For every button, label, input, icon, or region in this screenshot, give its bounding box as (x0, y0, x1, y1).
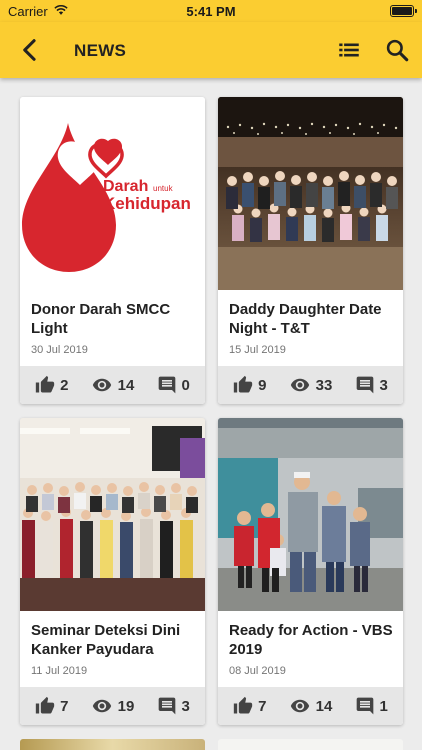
comment-count: 1 (379, 697, 388, 715)
comment-stat[interactable]: 1 (355, 696, 388, 716)
comment-stat[interactable]: 0 (157, 375, 190, 395)
like-stat[interactable]: 7 (233, 696, 266, 716)
view-stat: 14 (289, 696, 333, 716)
news-stats: 7 19 3 (20, 687, 205, 725)
status-time: 5:41 PM (186, 4, 236, 19)
like-count: 9 (258, 376, 267, 394)
like-stat[interactable]: 2 (35, 375, 68, 395)
like-stat[interactable]: 7 (35, 696, 68, 716)
news-title[interactable]: Daddy Daughter Date Night - T&T (229, 300, 395, 338)
search-icon[interactable] (384, 37, 410, 63)
like-count: 7 (60, 697, 69, 715)
view-count: 19 (117, 697, 135, 715)
seminar-photo-image (20, 418, 205, 611)
eye-icon (92, 378, 111, 392)
view-count: 33 (315, 376, 333, 394)
view-stat: 19 (91, 696, 135, 716)
news-title[interactable]: Donor Darah SMCC Light (31, 300, 197, 338)
news-stats: 7 14 1 (218, 687, 403, 725)
view-stat: 14 (91, 375, 135, 395)
eye-icon (290, 699, 309, 713)
news-date: 08 Jul 2019 (229, 665, 286, 677)
news-date: 30 Jul 2019 (31, 344, 88, 356)
news-thumbnail: Darah untuk Kehidupan (20, 97, 205, 290)
news-thumbnail (218, 418, 403, 611)
comment-icon (158, 697, 175, 715)
news-card-partial[interactable] (20, 739, 205, 750)
like-count: 2 (60, 376, 69, 394)
family-photo-image (218, 418, 403, 611)
comment-icon (356, 376, 373, 394)
top-app-bar: NEWS (0, 22, 422, 78)
page-title: NEWS (74, 41, 127, 60)
view-count: 14 (117, 376, 135, 394)
news-date: 15 Jul 2019 (229, 344, 286, 356)
thumbs-up-icon (35, 375, 55, 393)
like-stat[interactable]: 9 (233, 375, 266, 395)
news-card[interactable]: Darah untuk Kehidupan Donor Darah SMCC L… (20, 97, 205, 404)
group-photo-image (218, 97, 403, 290)
comment-count: 0 (181, 376, 190, 394)
list-view-icon[interactable] (336, 37, 362, 63)
back-arrow-icon[interactable] (16, 36, 44, 64)
like-count: 7 (258, 697, 267, 715)
status-bar: Carrier 5:41 PM (0, 0, 422, 22)
news-date: 11 Jul 2019 (31, 665, 88, 677)
thumbs-up-icon (233, 696, 253, 714)
news-stats: 9 33 3 (218, 366, 403, 404)
news-grid: Darah untuk Kehidupan Donor Darah SMCC L… (0, 78, 422, 750)
news-stats: 2 14 0 (20, 366, 205, 404)
news-title[interactable]: Ready for Action - VBS 2019 (229, 621, 395, 659)
view-count: 14 (315, 697, 333, 715)
news-card-partial[interactable] (218, 739, 403, 750)
logo-text-kehidupan: Kehidupan (103, 194, 191, 213)
thumbs-up-icon (233, 375, 253, 393)
comment-count: 3 (181, 697, 190, 715)
eye-icon (92, 699, 111, 713)
thumbs-up-icon (35, 696, 55, 714)
news-thumbnail (20, 418, 205, 611)
comment-stat[interactable]: 3 (355, 375, 388, 395)
eye-icon (290, 378, 309, 392)
comment-icon (158, 376, 175, 394)
view-stat: 33 (289, 375, 333, 395)
comment-stat[interactable]: 3 (157, 696, 190, 716)
news-thumbnail (218, 97, 403, 290)
news-card[interactable]: Seminar Deteksi Dini Kanker Payudara 11 … (20, 418, 205, 725)
news-card[interactable]: Ready for Action - VBS 2019 08 Jul 2019 … (218, 418, 403, 725)
logo-text-untuk: untuk (153, 184, 173, 193)
comment-count: 3 (379, 376, 388, 394)
news-card[interactable]: Daddy Daughter Date Night - T&T 15 Jul 2… (218, 97, 403, 404)
battery-icon (390, 5, 417, 17)
comment-icon (356, 697, 373, 715)
news-title[interactable]: Seminar Deteksi Dini Kanker Payudara (31, 621, 197, 659)
